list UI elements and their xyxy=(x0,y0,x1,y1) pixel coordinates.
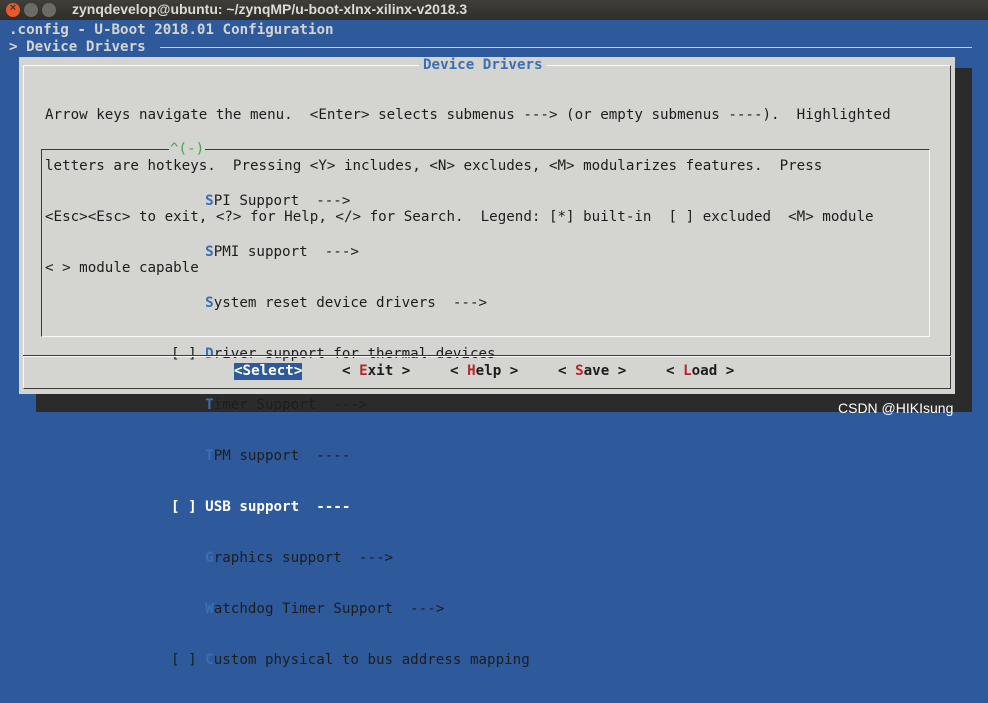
load-button[interactable]: < Load > xyxy=(666,363,734,380)
csdn-watermark: CSDN @HIKIsung xyxy=(838,400,954,416)
close-window-button[interactable]: × xyxy=(6,2,20,17)
button-row: <Select> < Exit > < Help > < Save > < Lo… xyxy=(19,363,955,380)
menu-item-graphics-support[interactable]: Graphics support ---> xyxy=(171,550,530,567)
menu-item-timer-support[interactable]: Timer Support ---> xyxy=(171,397,530,414)
menuconfig-dialog: Device Drivers Arrow keys navigate the m… xyxy=(19,57,955,668)
help-button[interactable]: < Help > xyxy=(450,363,518,380)
menu-list: SPI Support ---> SPMI support ---> Syste… xyxy=(171,159,530,703)
save-button[interactable]: < Save > xyxy=(558,363,626,380)
menu-item-spmi-support[interactable]: SPMI support ---> xyxy=(171,244,530,261)
breadcrumb: > Device Drivers xyxy=(9,39,146,55)
button-separator xyxy=(23,355,951,357)
dialog-title: Device Drivers xyxy=(419,57,547,74)
menu-item-watchdog-timer[interactable]: Watchdog Timer Support ---> xyxy=(171,601,530,618)
menu-item-tpm-support[interactable]: TPM support ---- xyxy=(171,448,530,465)
help-line: Arrow keys navigate the menu. <Enter> se… xyxy=(45,107,891,123)
terminal[interactable]: .config - U-Boot 2018.01 Configuration >… xyxy=(0,20,988,668)
menu-item-custom-bus-mapping[interactable]: [ ] Custom physical to bus address mappi… xyxy=(171,652,530,669)
exit-button[interactable]: < Exit > xyxy=(342,363,410,380)
maximize-window-button[interactable] xyxy=(42,3,56,17)
scroll-up-indicator: ^(-) xyxy=(169,141,206,158)
minimize-window-button[interactable] xyxy=(24,3,38,17)
menu-item-system-reset-drivers[interactable]: System reset device drivers ---> xyxy=(171,295,530,312)
window-title: zynqdevelop@ubuntu: ~/zynqMP/u-boot-xlnx… xyxy=(72,1,468,17)
select-button[interactable]: <Select> xyxy=(234,363,303,380)
window-titlebar: × zynqdevelop@ubuntu: ~/zynqMP/u-boot-xl… xyxy=(0,0,988,20)
menu-item-spi-support[interactable]: SPI Support ---> xyxy=(171,193,530,210)
dialog-shadow-right xyxy=(955,68,972,412)
config-title: .config - U-Boot 2018.01 Configuration xyxy=(9,22,334,38)
breadcrumb-divider xyxy=(160,47,972,48)
close-icon: × xyxy=(9,2,17,14)
menu-item-usb-support[interactable]: [ ] USB support ---- xyxy=(171,499,353,516)
